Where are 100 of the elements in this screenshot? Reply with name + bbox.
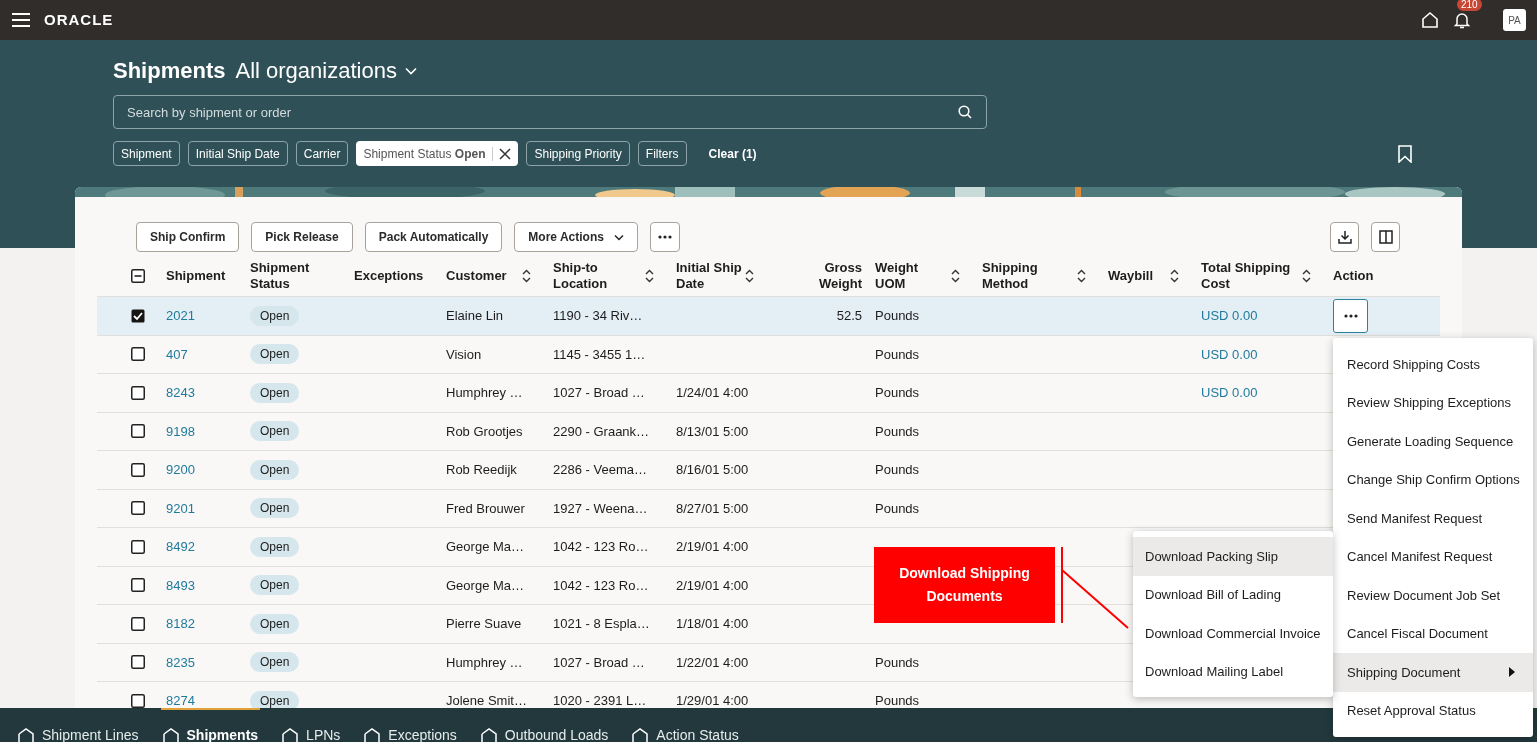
bottom-tab[interactable]: Exceptions xyxy=(362,708,459,742)
toolbar-button[interactable]: Ship Confirm xyxy=(136,222,240,252)
filter-chip[interactable]: Initial Ship Date xyxy=(187,141,288,166)
checkbox[interactable] xyxy=(131,308,145,323)
checkbox[interactable] xyxy=(131,501,145,516)
clear-filters-link[interactable]: Clear (1) xyxy=(708,144,757,163)
menu-item[interactable]: Record Shipping Costs xyxy=(1333,345,1533,384)
checkbox[interactable] xyxy=(131,655,145,670)
menu-item[interactable]: Download Packing Slip xyxy=(1133,537,1333,576)
checkbox[interactable] xyxy=(131,462,145,477)
filter-chip[interactable]: Shipment Status Open xyxy=(356,141,519,166)
cost-link[interactable]: USD 0.00 xyxy=(1201,344,1258,364)
column-header[interactable]: Shipping Method xyxy=(982,260,1062,292)
home-icon[interactable] xyxy=(1421,11,1439,29)
shipment-link[interactable]: 9198 xyxy=(166,421,195,441)
bottom-tab[interactable]: Outbound Loads xyxy=(478,708,611,742)
menu-icon[interactable] xyxy=(12,13,30,27)
shipment-link[interactable]: 9201 xyxy=(166,498,195,518)
bottom-tab[interactable]: LPNs xyxy=(280,708,343,742)
table-cell-text: George Ma… xyxy=(446,576,525,595)
column-header[interactable]: Action xyxy=(1333,268,1374,284)
columns-button[interactable] xyxy=(1371,222,1400,252)
shipment-link[interactable]: 9200 xyxy=(166,460,195,480)
checkbox[interactable] xyxy=(131,539,145,554)
menu-item[interactable]: Review Shipping Exceptions xyxy=(1333,383,1533,422)
more-actions-dropdown[interactable]: More Actions xyxy=(514,222,638,252)
close-icon[interactable] xyxy=(499,147,512,160)
menu-item[interactable]: Generate Loading Sequence xyxy=(1333,422,1533,461)
checkbox[interactable] xyxy=(131,385,145,400)
table-cell-text: Rob Reedijk xyxy=(446,461,517,479)
menu-item[interactable]: Cancel Manifest Request xyxy=(1333,537,1533,576)
menu-item[interactable]: Download Mailing Label xyxy=(1133,652,1333,691)
column-header[interactable]: Weight UOM xyxy=(875,260,951,292)
shipment-link[interactable]: 8235 xyxy=(166,652,195,672)
search-field[interactable]: Search by shipment or order xyxy=(113,95,987,129)
menu-item[interactable]: Send Manifest Request xyxy=(1333,499,1533,538)
toolbar-button[interactable]: Pick Release xyxy=(251,222,353,252)
shipment-link[interactable]: 8492 xyxy=(166,537,195,557)
sort-icon[interactable] xyxy=(645,269,654,283)
shipment-link[interactable]: 407 xyxy=(166,344,188,364)
column-header[interactable]: Total Shipping Cost xyxy=(1201,260,1301,292)
filter-chip[interactable]: Filters xyxy=(637,141,687,166)
checkbox[interactable] xyxy=(131,269,145,283)
column-header[interactable]: Exceptions xyxy=(354,268,424,284)
shipment-link[interactable]: 2021 xyxy=(166,306,195,326)
sort-icon[interactable] xyxy=(745,269,754,283)
table-cell-text: Humphrey … xyxy=(446,384,523,402)
bottom-tab[interactable]: Action Status xyxy=(630,708,741,742)
menu-item[interactable]: Download Bill of Lading xyxy=(1133,575,1333,614)
cost-link[interactable]: USD 0.00 xyxy=(1201,306,1258,326)
column-header[interactable]: Initial Ship Date xyxy=(676,260,745,292)
menu-item[interactable]: Review Document Job Set xyxy=(1333,576,1533,615)
column-header[interactable]: Customer xyxy=(446,268,507,284)
status-badge: Open xyxy=(250,536,300,557)
menu-item[interactable]: Download Commercial Invoice xyxy=(1133,614,1333,653)
search-icon[interactable] xyxy=(958,105,972,119)
table-cell-text: 1/22/01 4:00 xyxy=(676,653,749,672)
sort-icon[interactable] xyxy=(1077,269,1086,283)
notification-bell-icon[interactable] xyxy=(1453,11,1471,29)
sort-icon[interactable] xyxy=(1302,269,1311,283)
bookmark-icon[interactable] xyxy=(1398,144,1412,163)
row-actions-button[interactable] xyxy=(1333,298,1368,333)
column-header[interactable]: Ship-to Location xyxy=(553,260,633,292)
table-cell-text: 2290 - Graank… xyxy=(553,422,650,441)
bottom-tab[interactable]: Shipment Lines xyxy=(16,708,141,742)
shipment-link[interactable]: 8243 xyxy=(166,383,195,403)
checkbox[interactable] xyxy=(131,424,145,439)
column-header[interactable]: Shipment xyxy=(166,268,226,284)
table-cell-text: Jolene Smit… xyxy=(446,692,527,708)
cost-link[interactable]: USD 0.00 xyxy=(1201,383,1258,403)
sort-icon[interactable] xyxy=(951,269,960,283)
notification-count: 210 xyxy=(1457,0,1482,11)
sort-icon[interactable] xyxy=(1170,269,1179,283)
table-cell-text: Fred Brouwer xyxy=(446,499,525,518)
organization-selector[interactable]: All organizations xyxy=(235,53,417,87)
checkbox[interactable] xyxy=(131,616,145,631)
ellipsis-icon xyxy=(657,235,672,239)
table-cell-text: 1042 - 123 Ro… xyxy=(553,576,649,595)
column-header[interactable]: Waybill xyxy=(1108,268,1154,284)
filter-chip[interactable]: Shipment xyxy=(113,141,180,166)
checkbox[interactable] xyxy=(131,347,145,362)
table-cell-text: 2/19/01 4:00 xyxy=(676,576,749,595)
download-button[interactable] xyxy=(1330,222,1359,252)
bottom-tab[interactable]: Shipments xyxy=(160,708,261,742)
checkbox[interactable] xyxy=(131,693,145,708)
filter-chip[interactable]: Carrier xyxy=(295,141,349,166)
column-header[interactable]: Shipment Status xyxy=(250,260,330,292)
shipment-link[interactable]: 8274 xyxy=(166,691,195,708)
shipment-link[interactable]: 8182 xyxy=(166,614,195,634)
menu-item[interactable]: Change Ship Confirm Options xyxy=(1333,460,1533,499)
checkbox[interactable] xyxy=(131,578,145,593)
filter-chip[interactable]: Shipping Priority xyxy=(526,141,630,166)
user-avatar[interactable]: PA xyxy=(1503,9,1526,31)
menu-item[interactable]: Reset Approval Status xyxy=(1333,691,1533,730)
menu-item[interactable]: Shipping Document xyxy=(1333,653,1533,692)
shipment-link[interactable]: 8493 xyxy=(166,575,195,595)
sort-icon[interactable] xyxy=(522,269,531,283)
toolbar-button[interactable]: Pack Automatically xyxy=(364,222,503,252)
column-header[interactable]: Gross Weight xyxy=(782,260,862,292)
menu-item[interactable]: Cancel Fiscal Document xyxy=(1333,614,1533,653)
